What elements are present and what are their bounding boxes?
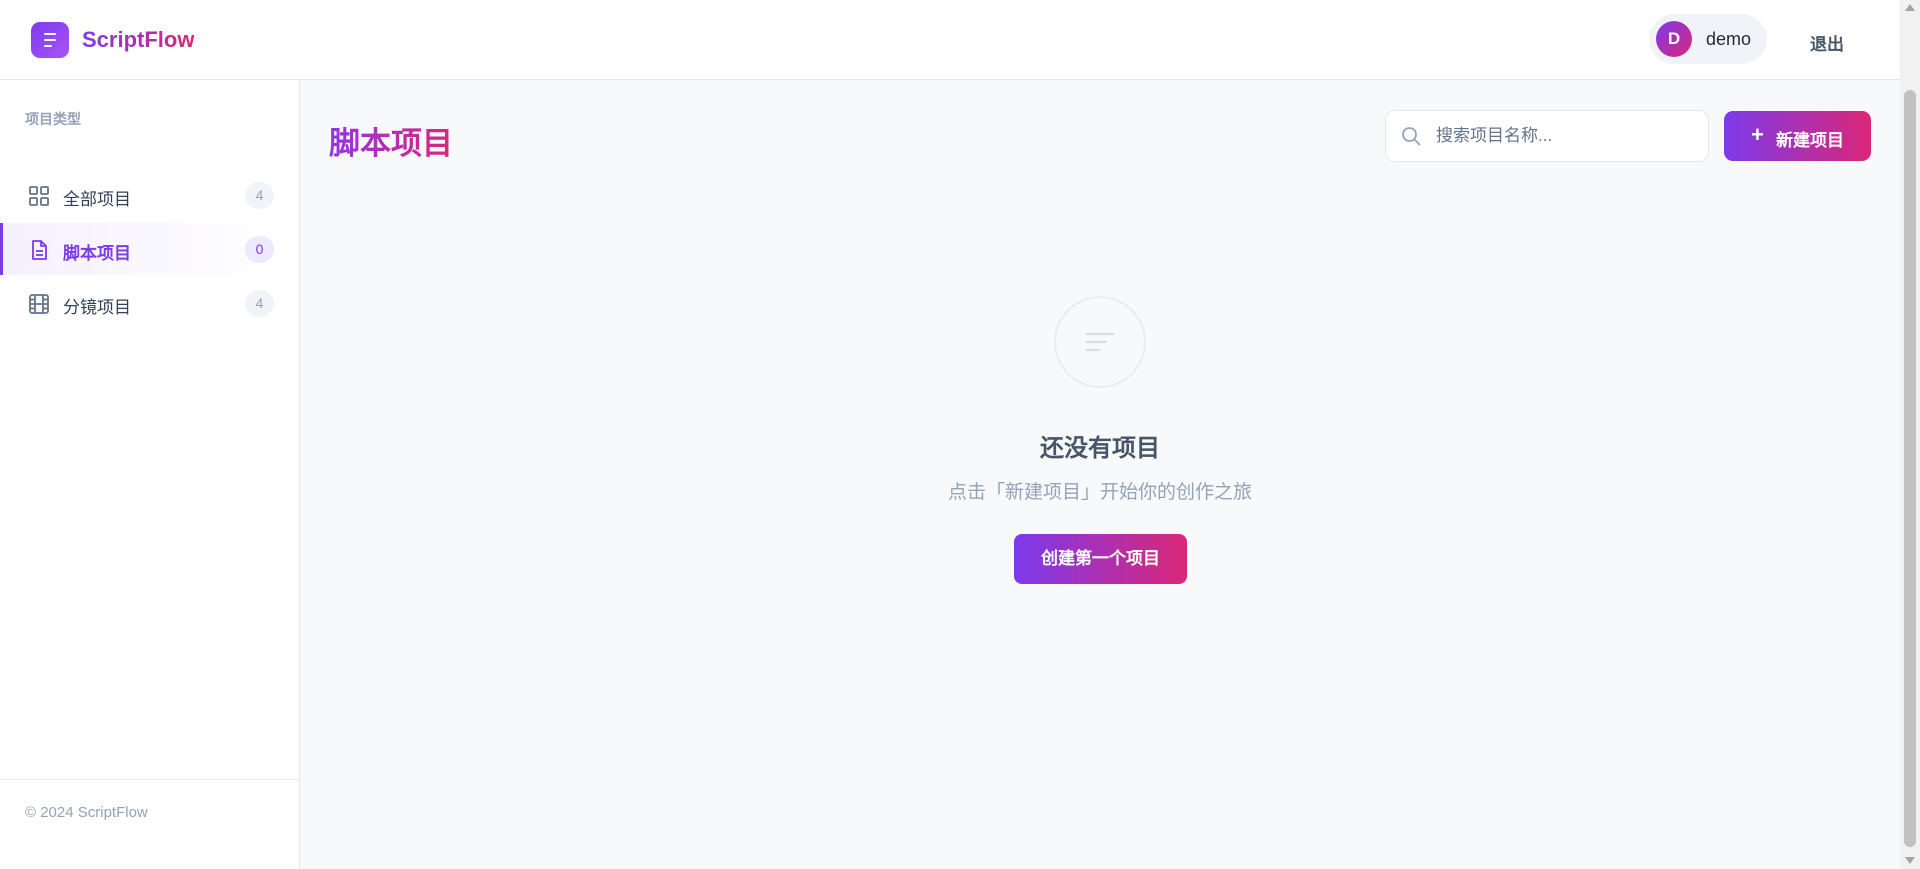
film-icon: [29, 294, 49, 314]
count-badge: 4: [245, 290, 274, 317]
empty-state-description: 点击「新建项目」开始你的创作之旅: [947, 482, 1252, 503]
count-badge: 4: [245, 182, 274, 209]
sidebar: 项目类型 全部项目 4 脚本项目 0 分镜项目 4 © 2024 ScriptF…: [0, 80, 300, 869]
user-menu[interactable]: D demo: [1649, 14, 1767, 64]
grid-icon: [29, 186, 49, 206]
empty-state-title: 还没有项目: [1040, 435, 1160, 462]
document-icon: [32, 240, 47, 260]
scroll-up-arrow-icon[interactable]: [1905, 4, 1915, 11]
plus-icon: +: [1751, 122, 1764, 147]
create-first-project-button[interactable]: 创建第一个项目: [1014, 534, 1187, 584]
page-title: 脚本项目: [329, 118, 453, 163]
sidebar-footer: © 2024 ScriptFlow: [0, 779, 299, 821]
search-icon: [1402, 127, 1421, 146]
sidebar-item-all-projects[interactable]: 全部项目 4: [0, 169, 299, 221]
scrollbar[interactable]: [1900, 0, 1920, 869]
sidebar-section-title: 项目类型: [25, 111, 81, 127]
new-project-label: 新建项目: [1776, 131, 1844, 150]
username: demo: [1706, 29, 1752, 49]
sidebar-item-script-projects[interactable]: 脚本项目 0: [0, 223, 299, 275]
scrollbar-thumb[interactable]: [1904, 90, 1916, 847]
app-name: ScriptFlow: [82, 27, 195, 52]
sidebar-item-storyboard-projects[interactable]: 分镜项目 4: [0, 277, 299, 329]
count-badge: 0: [245, 236, 274, 263]
search-box: [1385, 110, 1709, 162]
top-header: ScriptFlow D demo 退出: [0, 0, 1900, 80]
logout-button[interactable]: 退出: [1810, 30, 1844, 55]
sidebar-item-label: 脚本项目: [63, 244, 131, 263]
new-project-button[interactable]: + 新建项目: [1724, 111, 1871, 161]
empty-state-icon-circle: [1054, 296, 1146, 388]
list-lines-icon: [1085, 332, 1115, 352]
copyright-text: © 2024 ScriptFlow: [25, 804, 148, 821]
avatar: D: [1656, 21, 1692, 57]
logo-icon: [31, 22, 69, 58]
sidebar-item-label: 分镜项目: [63, 298, 131, 317]
search-input[interactable]: [1436, 123, 1696, 149]
scroll-down-arrow-icon[interactable]: [1905, 857, 1915, 864]
sidebar-item-label: 全部项目: [63, 190, 131, 209]
